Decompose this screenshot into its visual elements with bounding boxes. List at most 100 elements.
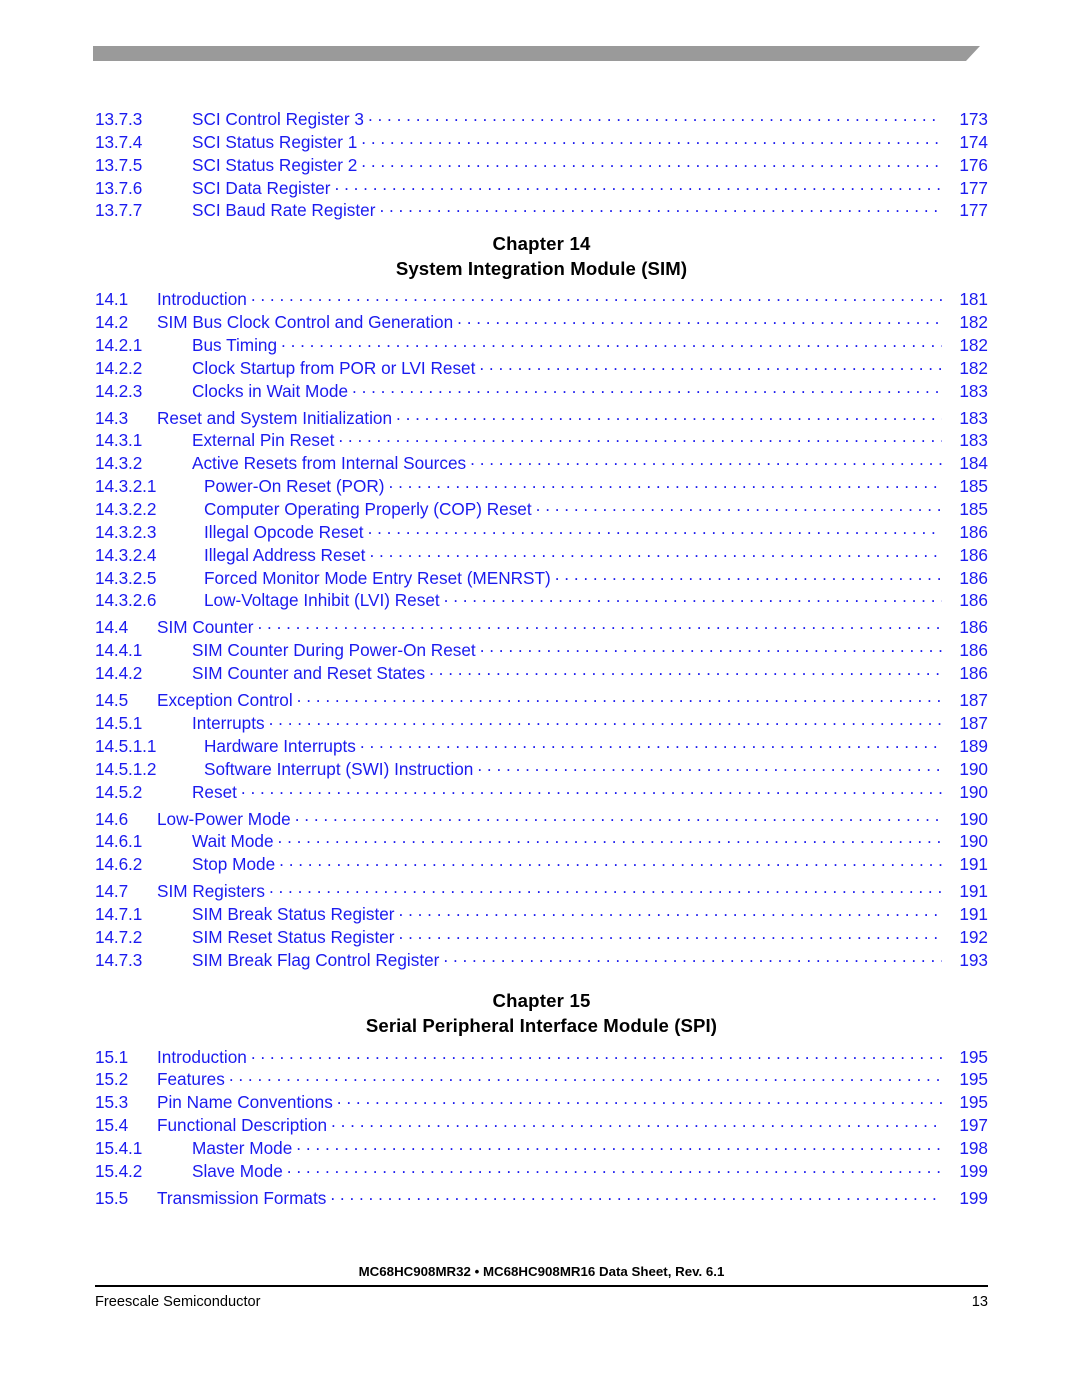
toc-entry[interactable]: 14.3.2.2 Computer Operating Properly (COP… xyxy=(95,498,988,521)
toc-entry[interactable]: 13.7.3 SCI Control Register 3 173 xyxy=(95,108,988,131)
toc-entry-number: 15.2 xyxy=(95,1069,129,1090)
toc-dot-leader xyxy=(257,616,942,633)
toc-entry[interactable]: 14.2.2 Clock Startup from POR or LVI Rese… xyxy=(95,357,988,380)
toc-entry[interactable]: 14.4.1 SIM Counter During Power-On Reset 1… xyxy=(95,639,988,662)
toc-entry[interactable]: 14.7 SIM Registers 191 xyxy=(95,880,988,903)
toc-entry[interactable]: 14.7.3 SIM Break Flag Control Register 193 xyxy=(95,949,988,972)
toc-entry[interactable]: 13.7.4 SCI Status Register 1 174 xyxy=(95,131,988,154)
toc-entry-title: Reset xyxy=(192,781,237,802)
toc-entry[interactable]: 14.3 Reset and System Initialization 183 xyxy=(95,407,988,430)
toc-entry-number: 14.7.2 xyxy=(95,926,143,947)
toc-entry-title: Power-On Reset (POR) xyxy=(204,476,385,497)
chapter-label: Chapter 15 xyxy=(492,989,591,1011)
toc-entry[interactable]: 14.4.2 SIM Counter and Reset States 186 xyxy=(95,662,988,685)
toc-entry[interactable]: 14.3.1 External Pin Reset 183 xyxy=(95,429,988,452)
toc-entry-page: 195 xyxy=(959,1092,988,1113)
toc-entry-title: Active Resets from Internal Sources xyxy=(192,453,467,474)
toc-entry-title: SIM Bus Clock Control and Generation xyxy=(157,312,454,333)
toc-entry-title: SCI Control Register 3 xyxy=(192,109,364,129)
toc-entry-title: Master Mode xyxy=(192,1138,293,1158)
toc-dot-leader xyxy=(297,689,942,706)
toc-dot-leader xyxy=(389,475,942,492)
toc-entry-page: 177 xyxy=(959,177,988,198)
toc-entry-number: 14.5.1.1 xyxy=(95,735,157,756)
toc-entry-title: Features xyxy=(157,1069,225,1090)
page-footer: MC68HC908MR32 • MC68HC908MR16 Data Sheet… xyxy=(95,1263,988,1310)
toc-entry[interactable]: 15.4.1 Master Mode 198 xyxy=(95,1137,988,1160)
toc-entry-title: Functional Description xyxy=(157,1115,328,1136)
toc-entry[interactable]: 14.5.1.1 Hardware Interrupts 189 xyxy=(95,735,988,758)
toc-entry-page: 190 xyxy=(959,808,988,829)
toc-entry-number: 13.7.3 xyxy=(95,109,143,129)
toc-entry[interactable]: 15.5 Transmission Formats 199 xyxy=(95,1187,988,1210)
toc-entry[interactable]: 14.6.2 Stop Mode 191 xyxy=(95,853,988,876)
toc-entry[interactable]: 15.4 Functional Description 197 xyxy=(95,1114,988,1137)
toc-entry-page: 186 xyxy=(959,567,988,588)
toc-entry[interactable]: 14.3.2.3 Illegal Opcode Reset 186 xyxy=(95,521,988,544)
toc-entry[interactable]: 15.1 Introduction 195 xyxy=(95,1046,988,1069)
toc-entry-title: SIM Break Status Register xyxy=(192,904,395,925)
toc-entry[interactable]: 13.7.5 SCI Status Register 2 176 xyxy=(95,154,988,177)
toc-dot-leader xyxy=(379,199,942,216)
toc-entry[interactable]: 14.3.2.6 Low-Voltage Inhibit (LVI) Reset 1… xyxy=(95,589,988,612)
toc-entry[interactable]: 15.4.2 Slave Mode 199 xyxy=(95,1160,988,1183)
toc-entry-page: 186 xyxy=(959,590,988,611)
toc-entry[interactable]: 14.2 SIM Bus Clock Control and Generation… xyxy=(95,311,988,334)
toc-entry[interactable]: 14.6.1 Wait Mode 190 xyxy=(95,830,988,853)
toc-entry[interactable]: 14.3.2.5 Forced Monitor Mode Entry Reset … xyxy=(95,567,988,590)
toc-entry-number: 14.5.2 xyxy=(95,781,143,802)
footer-bottom-row: Freescale Semiconductor 13 xyxy=(95,1294,988,1310)
toc-dot-leader xyxy=(361,154,942,171)
toc-entry[interactable]: 14.7.1 SIM Break Status Register 191 xyxy=(95,903,988,926)
toc-entry[interactable]: 14.4 SIM Counter 186 xyxy=(95,616,988,639)
footer-page-number: 13 xyxy=(971,1294,988,1310)
toc-entry-page: 191 xyxy=(959,904,988,925)
toc-entry-page: 199 xyxy=(959,1187,988,1208)
toc-entry-number: 15.4 xyxy=(95,1115,129,1136)
toc-entry-number: 14.2 xyxy=(95,312,129,333)
toc-entry[interactable]: 14.6 Low-Power Mode 190 xyxy=(95,808,988,831)
toc-entry[interactable]: 14.1 Introduction 181 xyxy=(95,288,988,311)
toc-entry[interactable]: 14.3.2.4 Illegal Address Reset 186 xyxy=(95,544,988,567)
toc-entry-page: 176 xyxy=(959,154,988,175)
toc-page: 13.7.3 SCI Control Register 3 173 13.7.4 SCI… xyxy=(0,0,1080,1397)
toc-entry-title: Low-Voltage Inhibit (LVI) Reset xyxy=(204,590,440,611)
chapter-heading: Chapter 14 System Integration Module (SIM… xyxy=(95,222,988,288)
toc-entry[interactable]: 14.5.1 Interrupts 187 xyxy=(95,712,988,735)
toc-entry-number: 15.4.2 xyxy=(95,1160,143,1181)
toc-entry-title: Forced Monitor Mode Entry Reset (MENRST) xyxy=(204,567,551,588)
toc-dot-leader xyxy=(352,380,942,397)
chapter-title: Serial Peripheral Interface Module (SPI) xyxy=(365,1014,718,1036)
toc-dot-leader xyxy=(296,1137,942,1154)
toc-entry-title: Interrupts xyxy=(192,712,265,733)
toc-entry-page: 195 xyxy=(959,1046,988,1067)
toc-entry-page: 186 xyxy=(959,640,988,661)
toc-entry[interactable]: 15.3 Pin Name Conventions 195 xyxy=(95,1091,988,1114)
toc-entry-page: 185 xyxy=(959,476,988,497)
toc-entry-title: SCI Data Register xyxy=(192,177,331,198)
toc-entry-number: 14.3.2.1 xyxy=(95,476,157,497)
toc-entry-number: 14.3.2.2 xyxy=(95,499,157,519)
toc-entry-title: SIM Break Flag Control Register xyxy=(192,949,440,970)
toc-entry-page: 182 xyxy=(959,357,988,378)
toc-entry[interactable]: 14.3.2.1 Power-On Reset (POR) 185 xyxy=(95,475,988,498)
toc-entry[interactable]: 13.7.6 SCI Data Register 177 xyxy=(95,177,988,200)
toc-entry[interactable]: 14.2.3 Clocks in Wait Mode 183 xyxy=(95,380,988,403)
toc-entry-title: Wait Mode xyxy=(192,831,274,852)
toc-entry-number: 14.5.1.2 xyxy=(95,758,157,779)
toc-entry-number: 14.2.3 xyxy=(95,380,143,401)
toc-entry[interactable]: 13.7.7 SCI Baud Rate Register 177 xyxy=(95,199,988,222)
toc-entry-page: 187 xyxy=(959,712,988,733)
toc-dot-leader xyxy=(360,735,942,752)
toc-entry-title: SCI Baud Rate Register xyxy=(192,200,376,221)
toc-entry[interactable]: 14.3.2 Active Resets from Internal Source… xyxy=(95,452,988,475)
toc-entry[interactable]: 14.5 Exception Control 187 xyxy=(95,689,988,712)
toc-entry-title: Software Interrupt (SWI) Instruction xyxy=(204,758,474,779)
toc-entry[interactable]: 14.5.2 Reset 190 xyxy=(95,781,988,804)
toc-entry[interactable]: 15.2 Features 195 xyxy=(95,1068,988,1091)
toc-entry[interactable]: 14.2.1 Bus Timing 182 xyxy=(95,334,988,357)
toc-entry[interactable]: 14.5.1.2 Software Interrupt (SWI) Instruc… xyxy=(95,758,988,781)
toc-entry-number: 14.3.2.6 xyxy=(95,590,157,611)
toc-entry-number: 14.5 xyxy=(95,690,129,711)
toc-entry[interactable]: 14.7.2 SIM Reset Status Register 192 xyxy=(95,926,988,949)
